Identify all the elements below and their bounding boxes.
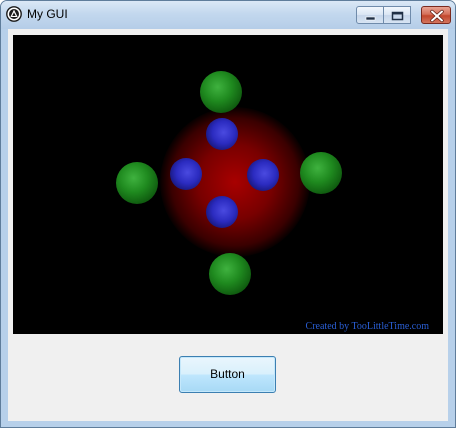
blue-ball-bottom — [206, 196, 238, 228]
credit-text: Created by TooLittleTime.com — [305, 321, 429, 332]
maximize-button[interactable] — [384, 6, 411, 24]
minimize-button[interactable] — [356, 6, 384, 24]
close-icon — [430, 9, 444, 23]
minimize-icon — [365, 16, 376, 21]
title-bar[interactable]: My GUI — [1, 1, 455, 29]
main-button[interactable]: Button — [179, 356, 276, 393]
green-ball-right — [300, 152, 342, 194]
blue-ball-top — [206, 118, 238, 150]
window-title: My GUI — [27, 7, 68, 21]
maximize-icon — [391, 11, 404, 21]
graphics-canvas[interactable]: Created by TooLittleTime.com — [13, 35, 443, 334]
blue-ball-right — [247, 159, 279, 191]
blue-ball-left — [170, 158, 202, 190]
close-button[interactable] — [421, 6, 451, 24]
green-ball-left — [116, 162, 158, 204]
green-ball-top — [200, 71, 242, 113]
autoit-icon[interactable] — [6, 6, 22, 22]
green-ball-bottom — [209, 253, 251, 295]
